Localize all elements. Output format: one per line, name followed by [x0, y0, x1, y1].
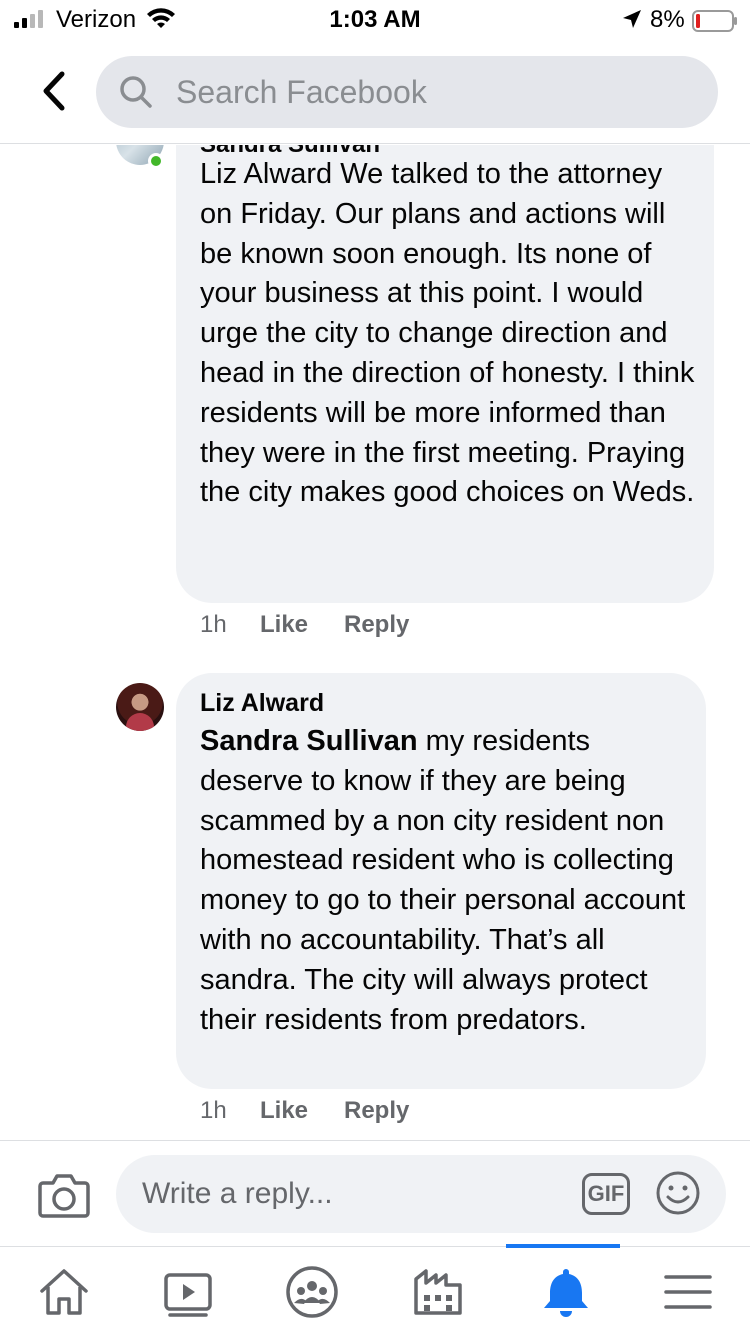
comment-actions: 1h Like Reply: [200, 1097, 409, 1125]
search-icon: [120, 76, 152, 108]
location-arrow-icon: [623, 10, 641, 28]
notifications-bell-icon[interactable]: [538, 1265, 594, 1319]
online-status-dot: [148, 153, 164, 169]
reply-composer: GIF: [0, 1140, 750, 1246]
search-input[interactable]: [176, 56, 696, 128]
comment-text: Sandra Sullivan my residents deserve to …: [200, 722, 690, 1040]
comments-feed[interactable]: Sandra Sullivan Liz Alward We talked to …: [0, 145, 750, 1140]
home-icon[interactable]: [36, 1265, 92, 1319]
status-bar: Verizon 1:03 AM 8%: [0, 0, 750, 40]
battery-icon: [692, 10, 737, 32]
reply-button[interactable]: Reply: [344, 1097, 409, 1125]
search-header: [0, 40, 750, 144]
active-tab-indicator: [506, 1244, 620, 1248]
marketplace-icon[interactable]: [410, 1265, 466, 1319]
emoji-icon[interactable]: [654, 1169, 702, 1217]
camera-icon[interactable]: [38, 1171, 90, 1219]
mention-link[interactable]: Sandra Sullivan: [200, 725, 418, 757]
like-button[interactable]: Like: [260, 611, 344, 639]
avatar[interactable]: [116, 683, 164, 731]
comment-timestamp[interactable]: 1h: [200, 1097, 260, 1125]
search-bar[interactable]: [96, 56, 718, 128]
reply-button[interactable]: Reply: [344, 611, 409, 639]
comment-author[interactable]: Liz Alward: [200, 689, 324, 718]
reply-field[interactable]: GIF: [116, 1155, 726, 1233]
reply-input[interactable]: [142, 1155, 562, 1233]
menu-icon[interactable]: [660, 1265, 716, 1319]
comment-timestamp[interactable]: 1h: [200, 611, 260, 639]
groups-icon[interactable]: [284, 1265, 340, 1319]
like-button[interactable]: Like: [260, 1097, 344, 1125]
comment-actions: 1h Like Reply: [200, 611, 409, 639]
battery-percent: 8%: [650, 6, 685, 33]
gif-button[interactable]: GIF: [582, 1173, 630, 1215]
watch-video-icon[interactable]: [160, 1265, 216, 1319]
comment-text: Liz Alward We talked to the attorney on …: [200, 158, 695, 509]
bottom-tab-bar: [0, 1244, 750, 1334]
back-button[interactable]: [30, 66, 80, 116]
comment-body: my residents deserve to know if they are…: [200, 725, 686, 1036]
